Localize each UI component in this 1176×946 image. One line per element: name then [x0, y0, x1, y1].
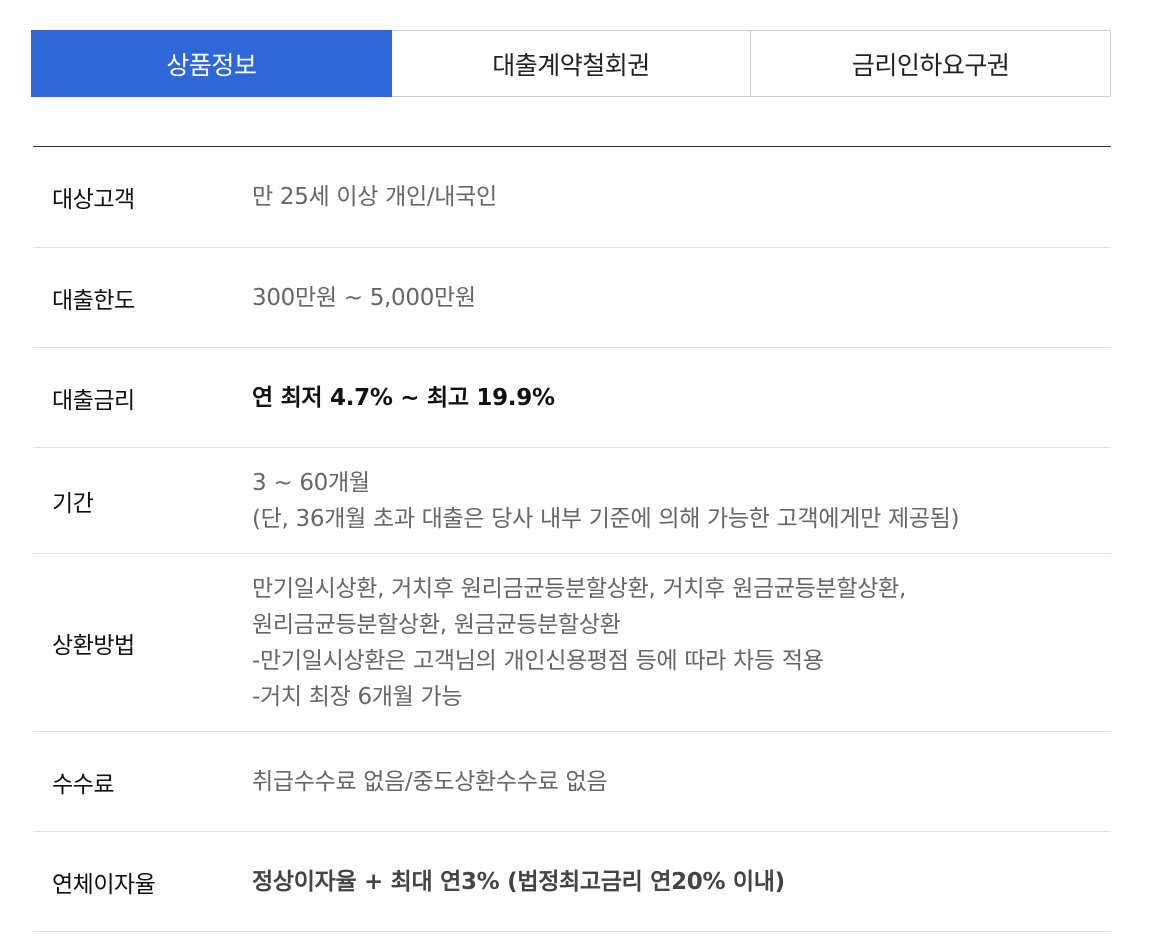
tab-bar: 상품정보 대출계약철회권 금리인하요구권 [31, 30, 1112, 97]
tab-contract-withdrawal[interactable]: 대출계약철회권 [391, 30, 752, 97]
row-value: 만기일시상환, 거치후 원리금균등분할상환, 거치후 원금균등분할상환, 원리금… [252, 575, 907, 710]
row-overdue-rate: 연체이자율 정상이자율 + 최대 연3% (법정최고금리 연20% 이내) [33, 832, 1111, 932]
row-value: 연 최저 4.7% ~ 최고 19.9% [252, 384, 555, 411]
row-period: 기간 3 ~ 60개월 (단, 36개월 초과 대출은 당사 내부 기준에 의해… [33, 448, 1111, 554]
row-repayment-method: 상환방법 만기일시상환, 거치후 원리금균등분할상환, 거치후 원금균등분할상환… [33, 554, 1111, 732]
tab-rate-cut-request[interactable]: 금리인하요구권 [751, 30, 1112, 97]
tab-product-info[interactable]: 상품정보 [31, 30, 392, 97]
product-info-table: 대상고객 만 25세 이상 개인/내국인 대출한도 300만원 ~ 5,000만… [33, 146, 1111, 932]
row-label: 수수료 [52, 771, 114, 798]
row-value: 정상이자율 + 최대 연3% (법정최고금리 연20% 이내) [252, 868, 785, 895]
row-value: 취급수수료 없음/중도상환수수료 없음 [252, 768, 608, 795]
row-label: 연체이자율 [52, 871, 156, 898]
row-interest-rate: 대출금리 연 최저 4.7% ~ 최고 19.9% [33, 348, 1111, 448]
row-fees: 수수료 취급수수료 없음/중도상환수수료 없음 [33, 732, 1111, 832]
row-label: 기간 [52, 490, 94, 517]
product-info-panel: 상품정보 대출계약철회권 금리인하요구권 대상고객 만 25세 이상 개인/내국… [31, 30, 1112, 932]
row-label: 대출한도 [52, 287, 135, 314]
row-label: 대상고객 [52, 187, 135, 213]
row-label: 대출금리 [52, 387, 135, 414]
row-label: 상환방법 [52, 632, 135, 659]
row-target-customer: 대상고객 만 25세 이상 개인/내국인 [33, 147, 1111, 248]
row-loan-limit: 대출한도 300만원 ~ 5,000만원 [33, 248, 1111, 348]
row-value: 만 25세 이상 개인/내국인 [252, 184, 497, 210]
row-value: 3 ~ 60개월 (단, 36개월 초과 대출은 당사 내부 기준에 의해 가능… [252, 469, 960, 532]
row-value: 300만원 ~ 5,000만원 [252, 284, 476, 311]
